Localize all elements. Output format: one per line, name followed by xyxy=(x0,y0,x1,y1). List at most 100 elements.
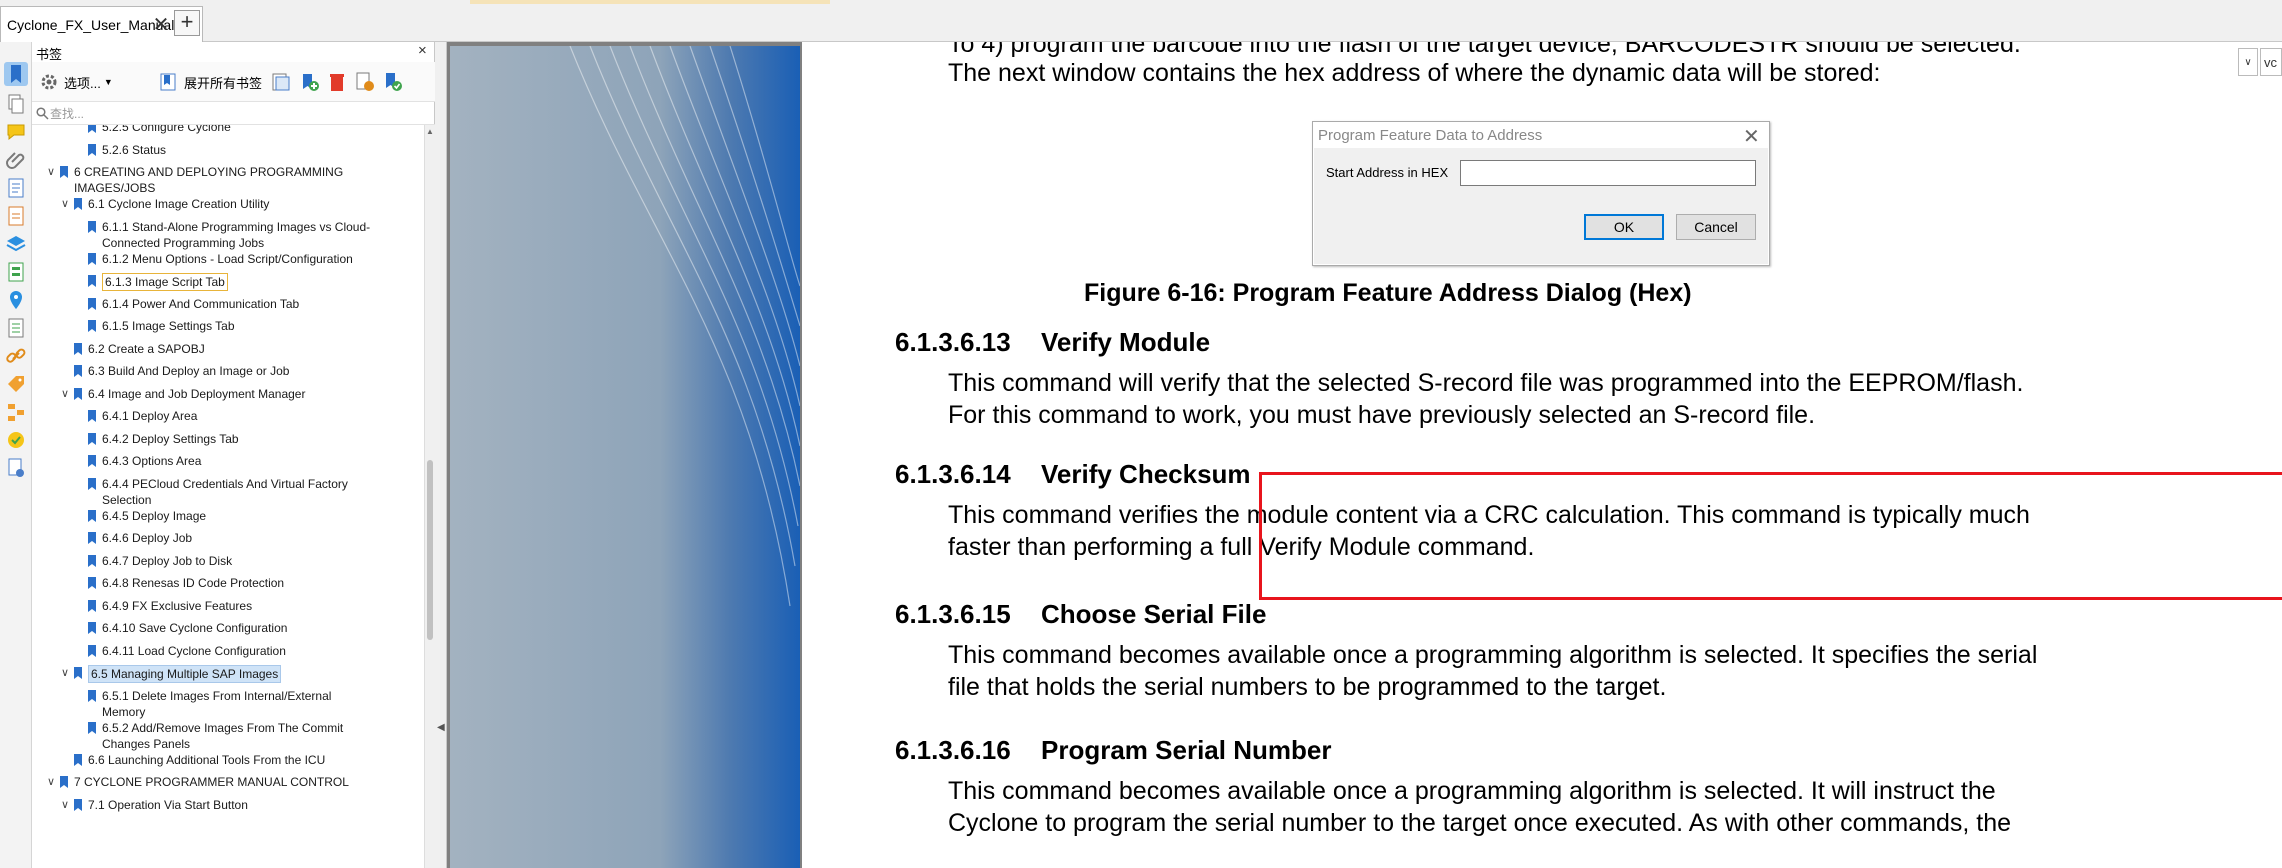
paragraph-line: For this command to work, you must have … xyxy=(948,401,1816,429)
bookmark-item[interactable]: 6.1.2 Menu Options - Load Script/Configu… xyxy=(72,251,353,267)
bookmark-label: 6.1.5 Image Settings Tab xyxy=(102,319,235,333)
form-fields-icon[interactable] xyxy=(4,260,28,284)
bookmark-ribbon-icon xyxy=(88,689,96,702)
expand-toggle-icon xyxy=(72,620,86,636)
bookmark-label: 6.5 Managing Multiple SAP Images xyxy=(88,665,282,683)
bookmark-label: 6.5.1 Delete Images From Internal/Extern… xyxy=(102,688,332,719)
paragraph-line: Cyclone to program the serial number to … xyxy=(948,809,2012,837)
expand-toggle-icon xyxy=(58,363,72,379)
bookmark-ribbon-icon xyxy=(88,721,96,734)
document-viewport[interactable]: To 4) program the barcode into the flash… xyxy=(447,42,2282,868)
attachment-icon[interactable] xyxy=(4,148,28,172)
bookmark-item[interactable]: 6.2 Create a SAPOBJ xyxy=(58,341,205,357)
expand-toggle-icon xyxy=(72,508,86,524)
start-address-label: Start Address in HEX xyxy=(1326,165,1449,180)
section-heading: 6.1.3.6.15 Choose Serial File xyxy=(895,599,1266,630)
bookmark-item[interactable]: 6.4.9 FX Exclusive Features xyxy=(72,598,252,614)
bookmark-item[interactable]: 6.4.3 Options Area xyxy=(72,453,201,469)
collapse-panel-arrow-icon[interactable]: ◀ xyxy=(437,722,445,733)
new-tab-button[interactable]: + xyxy=(174,10,200,36)
delete-bookmark-button[interactable] xyxy=(326,70,348,94)
bookmark-label: 7 CYCLONE PROGRAMMER MANUAL CONTROL xyxy=(74,775,349,789)
bookmark-item[interactable]: 6.4.2 Deploy Settings Tab xyxy=(72,431,239,447)
bookmark-scrollbar[interactable]: ▲ xyxy=(424,125,435,868)
bookmark-item[interactable]: 6.3 Build And Deploy an Image or Job xyxy=(58,363,289,379)
document-check-icon[interactable] xyxy=(4,456,28,480)
bookmark-scrollbar-thumb[interactable] xyxy=(427,460,433,640)
bookmark-label: 6.4.10 Save Cyclone Configuration xyxy=(102,621,288,635)
expand-toggle-icon xyxy=(72,598,86,614)
bookmark-options-button[interactable]: 选项... ▼ xyxy=(38,70,113,94)
bookmark-search-input[interactable]: 查找... xyxy=(32,103,435,125)
section-number: 6.1.3.6.13 xyxy=(895,327,1011,357)
bookmark-item[interactable]: ∨ 7 CYCLONE PROGRAMMER MANUAL CONTROL xyxy=(44,774,349,790)
article-icon[interactable] xyxy=(4,316,28,340)
expand-toggle-icon[interactable]: ∨ xyxy=(58,797,72,813)
bookmark-check-button[interactable] xyxy=(382,70,404,94)
layers-icon[interactable] xyxy=(4,232,28,256)
expand-all-bookmarks-button[interactable]: 展开所有书签 xyxy=(158,70,262,94)
section-heading: 6.1.3.6.13 Verify Module xyxy=(895,327,1210,358)
dialog-close-icon: ✕ xyxy=(1743,126,1760,148)
bookmark-properties-button[interactable] xyxy=(354,70,376,94)
expand-toggle-icon[interactable]: ∨ xyxy=(58,386,72,402)
bookmark-panel-icon[interactable] xyxy=(4,62,28,86)
dialog-body: Start Address in HEX OK Cancel xyxy=(1314,148,1768,264)
link-icon[interactable] xyxy=(4,344,28,368)
bookmark-item[interactable]: ∨ 7.1 Operation Via Start Button xyxy=(58,797,248,813)
accessibility-check-icon[interactable] xyxy=(4,428,28,452)
zoom-control[interactable]: vc xyxy=(2260,48,2282,76)
bookmark-label: 6.4.1 Deploy Area xyxy=(102,409,198,423)
bookmark-item[interactable]: 6.4.1 Deploy Area xyxy=(72,408,197,424)
bookmark-pages-button[interactable] xyxy=(270,70,292,94)
bookmark-ribbon-icon xyxy=(88,554,96,567)
bookmarks-panel-close-icon[interactable]: × xyxy=(418,42,427,59)
bookmark-item[interactable]: ∨ 6.1 Cyclone Image Creation Utility xyxy=(58,196,269,212)
bookmark-item[interactable]: 6.4.6 Deploy Job xyxy=(72,530,192,546)
bookmark-item[interactable]: 6.4.8 Renesas ID Code Protection xyxy=(72,575,284,591)
location-pin-icon[interactable] xyxy=(4,288,28,312)
structure-icon[interactable] xyxy=(4,400,28,424)
bookmark-item[interactable]: 6.4.7 Deploy Job to Disk xyxy=(72,553,232,569)
comment-icon[interactable] xyxy=(4,120,28,144)
expand-toggle-icon[interactable]: ∨ xyxy=(58,196,72,212)
zoom-dropdown-chevron-icon[interactable]: ∨ xyxy=(2238,48,2258,76)
chevron-down-icon: ▼ xyxy=(103,77,113,87)
bookmark-item[interactable]: 6.5.2 Add/Remove Images From The Commit … xyxy=(72,720,372,752)
bookmark-item[interactable]: 6.1.3 Image Script Tab xyxy=(72,273,228,291)
bookmark-item[interactable]: 6.5.1 Delete Images From Internal/Extern… xyxy=(72,688,372,720)
expand-toggle-icon xyxy=(72,219,86,235)
bookmark-item[interactable]: 6.1.4 Power And Communication Tab xyxy=(72,296,299,312)
panel-splitter[interactable]: ◀ xyxy=(435,42,447,868)
bookmark-item[interactable]: 6.6 Launching Additional Tools From the … xyxy=(58,752,325,768)
bookmark-item[interactable]: 6.1.5 Image Settings Tab xyxy=(72,318,235,334)
bookmark-item[interactable]: ∨ 6.4 Image and Job Deployment Manager xyxy=(58,386,306,402)
bookmark-item[interactable]: ∨ 6 CREATING AND DEPLOYING PROGRAMMING IM… xyxy=(44,164,374,196)
bookmark-ribbon-icon xyxy=(74,365,82,377)
tab-close-icon[interactable]: ✕ xyxy=(148,11,174,37)
bookmark-item[interactable]: 6.1.1 Stand-Alone Programming Images vs … xyxy=(72,219,372,251)
bookmark-item[interactable]: ∨ 6.5 Managing Multiple SAP Images xyxy=(58,665,282,683)
bookmark-item[interactable]: 5.2.5 Configure Cyclone xyxy=(72,125,231,135)
start-address-input xyxy=(1460,160,1756,186)
scroll-up-arrow-icon[interactable]: ▲ xyxy=(426,127,434,136)
document-properties-icon[interactable] xyxy=(4,176,28,200)
pages-icon[interactable] xyxy=(4,92,28,116)
bookmark-label: 6.6 Launching Additional Tools From the … xyxy=(88,752,326,767)
bookmark-ribbon-icon xyxy=(88,477,96,490)
bookmark-ribbon-icon xyxy=(88,320,96,332)
bookmark-item[interactable]: 5.2.6 Status xyxy=(72,142,166,158)
expand-toggle-icon[interactable]: ∨ xyxy=(44,774,58,790)
bookmark-label: 6.4.8 Renesas ID Code Protection xyxy=(102,576,285,590)
bookmark-item[interactable]: 6.4.4 PECloud Credentials And Virtual Fa… xyxy=(72,476,372,508)
add-bookmark-button[interactable] xyxy=(298,70,320,94)
document-export-icon[interactable] xyxy=(4,204,28,228)
tag-icon[interactable] xyxy=(4,372,28,396)
bookmark-item[interactable]: 6.4.5 Deploy Image xyxy=(72,508,206,524)
search-icon xyxy=(36,107,49,120)
expand-toggle-icon[interactable]: ∨ xyxy=(58,665,72,681)
bookmark-item[interactable]: 6.4.11 Load Cyclone Configuration xyxy=(72,643,286,659)
expand-toggle-icon xyxy=(72,553,86,569)
expand-toggle-icon[interactable]: ∨ xyxy=(44,164,58,180)
bookmark-item[interactable]: 6.4.10 Save Cyclone Configuration xyxy=(72,620,287,636)
